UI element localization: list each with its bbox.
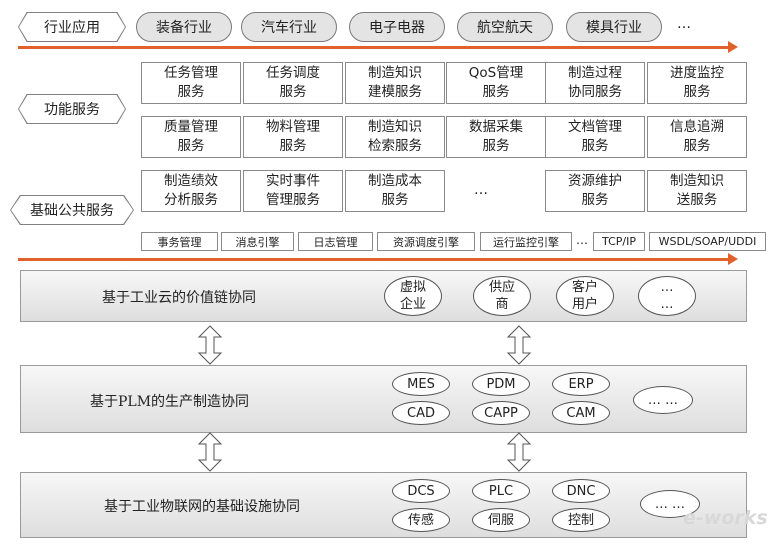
industry-more: … bbox=[677, 16, 692, 32]
watermark-logo: e-works bbox=[683, 507, 768, 529]
engine-wsdl: WSDL/SOAP/UDDI bbox=[649, 232, 766, 251]
arrow-middle bbox=[18, 253, 738, 265]
engine-message: 消息引擎 bbox=[221, 232, 294, 251]
basic-services-label: 基础公共服务 bbox=[10, 195, 134, 225]
dnc-oval: DNC bbox=[552, 479, 610, 503]
dcs-oval: DCS bbox=[392, 479, 450, 503]
iiot-title: 基于工业物联网的基础设施协同 bbox=[104, 499, 300, 515]
double-arrow-left-2 bbox=[197, 432, 223, 472]
service-box: 文档管理 服务 bbox=[545, 116, 645, 158]
control-oval: 控制 bbox=[552, 508, 610, 532]
double-arrow-left-1 bbox=[197, 325, 223, 365]
more-oval: … … bbox=[638, 276, 696, 316]
sensor-oval: 传感 bbox=[392, 508, 450, 532]
service-box: 进度监控 服务 bbox=[647, 62, 747, 104]
arrow-top bbox=[18, 41, 738, 53]
engine-runtime-monitor: 运行监控引擎 bbox=[480, 232, 572, 251]
double-arrow-right-1 bbox=[506, 325, 532, 365]
mes-oval: MES bbox=[392, 372, 450, 396]
customer-oval: 客户 用户 bbox=[556, 276, 614, 316]
industry-mold: 模具行业 bbox=[566, 12, 662, 42]
engine-resource-scheduling: 资源调度引擎 bbox=[377, 232, 475, 251]
value-chain-title: 基于工业云的价值链协同 bbox=[102, 290, 256, 306]
basic-service-box: 制造成本 服务 bbox=[345, 170, 445, 212]
engine-transaction: 事务管理 bbox=[141, 232, 218, 251]
plm-title: 基于PLM的生产制造协同 bbox=[90, 394, 250, 410]
basic-service-box: 制造绩效 分析服务 bbox=[141, 170, 241, 212]
basic-service-box: 制造知识 送服务 bbox=[647, 170, 747, 212]
basic-service-box: 实时事件 管理服务 bbox=[243, 170, 343, 212]
virtual-enterprise-oval: 虚拟 企业 bbox=[384, 276, 442, 316]
double-arrow-right-2 bbox=[506, 432, 532, 472]
cad-oval: CAD bbox=[392, 401, 450, 425]
industry-equipment: 装备行业 bbox=[136, 12, 232, 42]
industry-electronics: 电子电器 bbox=[349, 12, 445, 42]
plc-oval: PLC bbox=[472, 479, 530, 503]
industry-application-label: 行业应用 bbox=[18, 12, 126, 42]
erp-oval: ERP bbox=[552, 372, 610, 396]
service-box: QoS管理 服务 bbox=[446, 62, 546, 104]
service-box: 信息追溯 服务 bbox=[647, 116, 747, 158]
industry-automotive: 汽车行业 bbox=[241, 12, 337, 42]
engine-log: 日志管理 bbox=[298, 232, 373, 251]
service-box: 数据采集 服务 bbox=[446, 116, 546, 158]
basic-service-box: 资源维护 服务 bbox=[545, 170, 645, 212]
basic-service-more: … bbox=[474, 182, 489, 198]
cam-oval: CAM bbox=[552, 401, 610, 425]
service-box: 任务调度 服务 bbox=[243, 62, 343, 104]
service-box: 质量管理 服务 bbox=[141, 116, 241, 158]
capp-oval: CAPP bbox=[472, 401, 530, 425]
pdm-oval: PDM bbox=[472, 372, 530, 396]
engine-more: … bbox=[576, 233, 589, 247]
supplier-oval: 供应 商 bbox=[473, 276, 531, 316]
service-box: 物料管理 服务 bbox=[243, 116, 343, 158]
service-box: 制造过程 协同服务 bbox=[545, 62, 645, 104]
more-oval: … … bbox=[633, 386, 693, 414]
function-services-label: 功能服务 bbox=[18, 94, 126, 124]
servo-oval: 伺服 bbox=[472, 508, 530, 532]
service-box: 制造知识 检索服务 bbox=[345, 116, 445, 158]
service-box: 制造知识 建模服务 bbox=[345, 62, 445, 104]
service-box: 任务管理 服务 bbox=[141, 62, 241, 104]
industry-aerospace: 航空航天 bbox=[457, 12, 553, 42]
engine-tcpip: TCP/IP bbox=[593, 232, 645, 251]
